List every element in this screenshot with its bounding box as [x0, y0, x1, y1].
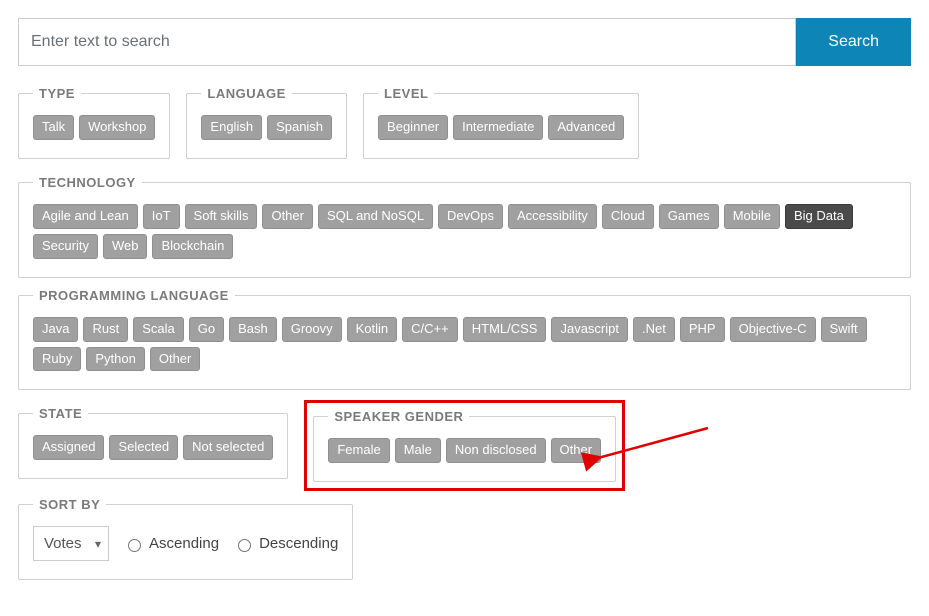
- filter-tag[interactable]: Bash: [229, 317, 277, 342]
- filter-tag[interactable]: Intermediate: [453, 115, 543, 140]
- filter-tag[interactable]: Not selected: [183, 435, 273, 460]
- filter-tag[interactable]: Talk: [33, 115, 74, 140]
- filter-tag[interactable]: Python: [86, 347, 144, 372]
- filter-tag[interactable]: Scala: [133, 317, 184, 342]
- search-button[interactable]: Search: [796, 18, 911, 66]
- tags-technology: Agile and LeanIoTSoft skillsOtherSQL and…: [33, 204, 896, 259]
- filter-tag[interactable]: Web: [103, 234, 148, 259]
- filter-tag[interactable]: Ruby: [33, 347, 81, 372]
- filter-tag[interactable]: Big Data: [785, 204, 853, 229]
- filter-tag[interactable]: Go: [189, 317, 224, 342]
- sort-desc-option[interactable]: Descending: [233, 535, 338, 552]
- sort-select[interactable]: Votes: [33, 526, 109, 561]
- filter-tag[interactable]: Other: [262, 204, 313, 229]
- filter-tag[interactable]: Objective-C: [730, 317, 816, 342]
- filter-tag[interactable]: Security: [33, 234, 98, 259]
- tags-language: EnglishSpanish: [201, 115, 332, 140]
- filter-tag[interactable]: Java: [33, 317, 78, 342]
- filter-tag[interactable]: Advanced: [548, 115, 624, 140]
- search-input[interactable]: [18, 18, 796, 66]
- filter-tag[interactable]: Blockchain: [152, 234, 233, 259]
- filter-tag[interactable]: Kotlin: [347, 317, 398, 342]
- filter-tag[interactable]: Other: [551, 438, 602, 463]
- tags-type: TalkWorkshop: [33, 115, 155, 140]
- legend-type: TYPE: [33, 86, 81, 101]
- search-row: Search: [18, 18, 911, 66]
- tags-state: AssignedSelectedNot selected: [33, 435, 273, 460]
- filter-tag[interactable]: Other: [150, 347, 201, 372]
- filter-tag[interactable]: Accessibility: [508, 204, 597, 229]
- sort-asc-label: Ascending: [149, 535, 219, 552]
- group-type: TYPE TalkWorkshop: [18, 86, 170, 159]
- filter-tag[interactable]: Swift: [821, 317, 867, 342]
- filter-tag[interactable]: PHP: [680, 317, 725, 342]
- filter-tag[interactable]: Rust: [83, 317, 128, 342]
- legend-speaker-gender: SPEAKER GENDER: [328, 409, 469, 424]
- legend-state: STATE: [33, 406, 88, 421]
- highlight-speaker-gender: SPEAKER GENDER FemaleMaleNon disclosedOt…: [304, 400, 625, 491]
- tags-programming-language: JavaRustScalaGoBashGroovyKotlinC/C++HTML…: [33, 317, 896, 372]
- legend-sort-by: SORT BY: [33, 497, 106, 512]
- filter-tag[interactable]: Groovy: [282, 317, 342, 342]
- legend-technology: TECHNOLOGY: [33, 175, 142, 190]
- tags-speaker-gender: FemaleMaleNon disclosedOther: [328, 438, 601, 463]
- filter-tag[interactable]: HTML/CSS: [463, 317, 547, 342]
- filter-tag[interactable]: Cloud: [602, 204, 654, 229]
- filter-tag[interactable]: SQL and NoSQL: [318, 204, 433, 229]
- filter-tag[interactable]: Agile and Lean: [33, 204, 138, 229]
- group-language: LANGUAGE EnglishSpanish: [186, 86, 347, 159]
- filter-tag[interactable]: Male: [395, 438, 441, 463]
- filter-tag[interactable]: Games: [659, 204, 719, 229]
- group-level: LEVEL BeginnerIntermediateAdvanced: [363, 86, 639, 159]
- filter-tag[interactable]: English: [201, 115, 262, 140]
- legend-programming-language: PROGRAMMING LANGUAGE: [33, 288, 235, 303]
- filter-tag[interactable]: Female: [328, 438, 389, 463]
- filter-tag[interactable]: Assigned: [33, 435, 104, 460]
- filter-tag[interactable]: Selected: [109, 435, 178, 460]
- group-state: STATE AssignedSelectedNot selected: [18, 406, 288, 479]
- filter-tag[interactable]: Non disclosed: [446, 438, 546, 463]
- sort-desc-label: Descending: [259, 535, 338, 552]
- sort-desc-radio[interactable]: [238, 539, 251, 552]
- group-sort-by: SORT BY Votes Ascending Descending: [18, 497, 353, 580]
- filter-tag[interactable]: DevOps: [438, 204, 503, 229]
- filter-tag[interactable]: IoT: [143, 204, 180, 229]
- filter-tag[interactable]: Mobile: [724, 204, 780, 229]
- sort-asc-option[interactable]: Ascending: [123, 535, 219, 552]
- group-programming-language: PROGRAMMING LANGUAGE JavaRustScalaGoBash…: [18, 288, 911, 391]
- filter-tag[interactable]: Soft skills: [185, 204, 258, 229]
- tags-level: BeginnerIntermediateAdvanced: [378, 115, 624, 140]
- legend-level: LEVEL: [378, 86, 434, 101]
- filter-tag[interactable]: C/C++: [402, 317, 458, 342]
- filter-tag[interactable]: Javascript: [551, 317, 628, 342]
- legend-language: LANGUAGE: [201, 86, 291, 101]
- filter-tag[interactable]: Workshop: [79, 115, 155, 140]
- group-speaker-gender: SPEAKER GENDER FemaleMaleNon disclosedOt…: [313, 409, 616, 482]
- filter-tag[interactable]: Spanish: [267, 115, 332, 140]
- filter-tag[interactable]: .Net: [633, 317, 675, 342]
- filter-tag[interactable]: Beginner: [378, 115, 448, 140]
- group-technology: TECHNOLOGY Agile and LeanIoTSoft skillsO…: [18, 175, 911, 278]
- sort-asc-radio[interactable]: [128, 539, 141, 552]
